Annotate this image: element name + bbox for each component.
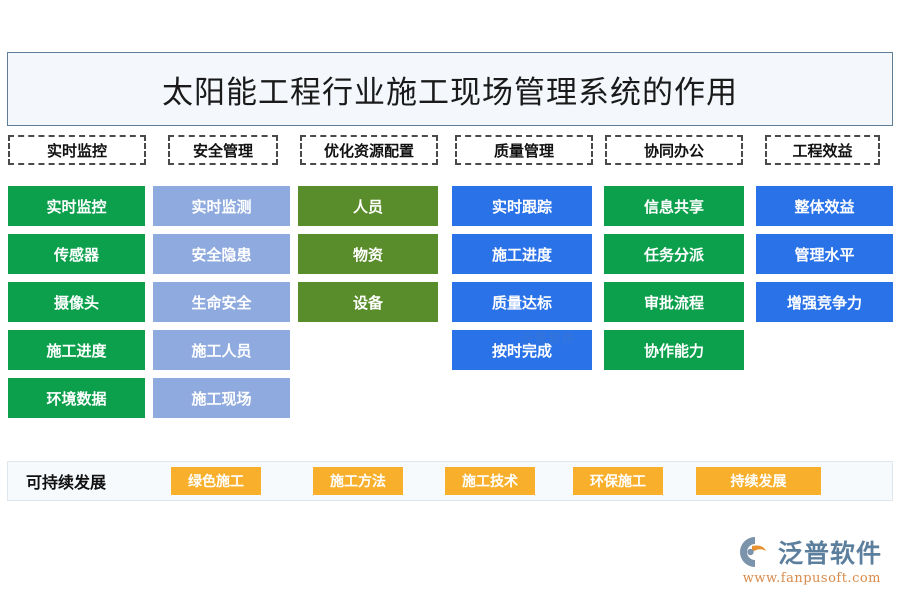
cell-safety-management-1[interactable]: 实时监测 <box>153 186 290 226</box>
sustainability-item-label: 绿色施工 <box>188 473 244 489</box>
category-header-4[interactable]: 质量管理 <box>455 135 593 165</box>
column-project-benefit: 整体效益管理水平增强竞争力 <box>756 186 893 330</box>
sustainability-bar: 可持续发展 绿色施工 施工方法 施工技术 环保施工 持续发展 <box>7 461 893 501</box>
category-header-3[interactable]: 优化资源配置 <box>300 135 438 165</box>
category-header-label: 实时监控 <box>46 142 107 160</box>
sustainability-item-label: 施工方法 <box>330 473 386 489</box>
cell-realtime-monitoring-2[interactable]: 传感器 <box>8 234 145 274</box>
column-realtime-monitoring: 实时监控传感器摄像头施工进度环境数据 <box>8 186 145 426</box>
cell-safety-management-3[interactable]: 生命安全 <box>153 282 290 322</box>
cell-label: 协作能力 <box>643 342 704 360</box>
cell-label: 施工进度 <box>491 246 552 264</box>
category-header-row: 实时监控 安全管理 优化资源配置 质量管理 协同办公 工程效益 <box>0 135 900 165</box>
cell-label: 人员 <box>352 198 383 216</box>
sustainability-item-label: 施工技术 <box>462 473 518 489</box>
category-header-label: 安全管理 <box>192 142 253 160</box>
cell-safety-management-5[interactable]: 施工现场 <box>153 378 290 418</box>
cell-realtime-monitoring-5[interactable]: 环境数据 <box>8 378 145 418</box>
cell-label: 设备 <box>352 294 383 312</box>
category-column-grid: 实时监控 传感器 摄像头 施工进度 环境数据 实时监测 安全隐患 生命安全 施工人员 施工现场 人员… <box>0 186 900 421</box>
cell-label: 物资 <box>352 246 383 264</box>
sustainability-item-4[interactable]: 环保施工 <box>573 467 663 495</box>
category-header-label: 质量管理 <box>493 142 554 160</box>
sustainability-item-2[interactable]: 施工方法 <box>313 467 403 495</box>
cell-label: 整体效益 <box>794 198 855 216</box>
category-header-label: 工程效益 <box>792 142 853 160</box>
cell-label: 环境数据 <box>46 390 107 408</box>
cell-quality-management-4[interactable]: 按时完成 <box>452 330 592 370</box>
cell-collaborative-office-3[interactable]: 审批流程 <box>604 282 744 322</box>
cell-safety-management-4[interactable]: 施工人员 <box>153 330 290 370</box>
cell-label: 施工进度 <box>46 342 107 360</box>
brand-url: www.fanpusoft.com <box>742 571 881 586</box>
fanpu-logo-icon <box>738 535 772 569</box>
cell-project-benefit-3[interactable]: 增强竞争力 <box>756 282 893 322</box>
cell-label: 质量达标 <box>491 294 552 312</box>
title-banner: 太阳能工程行业施工现场管理系统的作用 <box>7 52 893 126</box>
column-quality-management: 实时跟踪施工进度质量达标按时完成 <box>452 186 592 378</box>
cell-label: 实时监控 <box>46 198 107 216</box>
cell-resource-optimization-2[interactable]: 物资 <box>298 234 438 274</box>
cell-label: 实时监测 <box>191 198 252 216</box>
cell-collaborative-office-1[interactable]: 信息共享 <box>604 186 744 226</box>
sustainability-item-3[interactable]: 施工技术 <box>445 467 535 495</box>
cell-label: 施工人员 <box>191 342 252 360</box>
cell-quality-management-3[interactable]: 质量达标 <box>452 282 592 322</box>
cell-label: 增强竞争力 <box>786 294 862 312</box>
cell-label: 审批流程 <box>643 294 704 312</box>
cell-quality-management-2[interactable]: 施工进度 <box>452 234 592 274</box>
column-safety-management: 实时监测安全隐患生命安全施工人员施工现场 <box>153 186 290 426</box>
cell-label: 传感器 <box>53 246 99 264</box>
category-header-5[interactable]: 协同办公 <box>605 135 743 165</box>
page-title: 太阳能工程行业施工现场管理系统的作用 <box>162 74 738 111</box>
cell-resource-optimization-3[interactable]: 设备 <box>298 282 438 322</box>
category-header-1[interactable]: 实时监控 <box>8 135 146 165</box>
sustainability-label: 可持续发展 <box>26 475 107 492</box>
cell-label: 生命安全 <box>191 294 252 312</box>
cell-project-benefit-1[interactable]: 整体效益 <box>756 186 893 226</box>
cell-realtime-monitoring-1[interactable]: 实时监控 <box>8 186 145 226</box>
cell-collaborative-office-4[interactable]: 协作能力 <box>604 330 744 370</box>
cell-label: 按时完成 <box>491 342 552 360</box>
column-resource-optimization: 人员 物资 设备 <box>298 186 438 330</box>
cell-label: 实时跟踪 <box>491 198 552 216</box>
category-header-6[interactable]: 工程效益 <box>765 135 880 165</box>
sustainability-item-1[interactable]: 绿色施工 <box>171 467 261 495</box>
cell-quality-management-1[interactable]: 实时跟踪 <box>452 186 592 226</box>
sustainability-label-wrap: 可持续发展 <box>26 462 106 500</box>
brand-logo-row: 泛普软件 <box>738 534 882 570</box>
cell-collaborative-office-2[interactable]: 任务分派 <box>604 234 744 274</box>
sustainability-item-label: 环保施工 <box>590 473 646 489</box>
cell-realtime-monitoring-3[interactable]: 摄像头 <box>8 282 145 322</box>
cell-safety-management-2[interactable]: 安全隐患 <box>153 234 290 274</box>
cell-label: 信息共享 <box>643 198 704 216</box>
sustainability-item-5[interactable]: 持续发展 <box>696 467 821 495</box>
cell-label: 管理水平 <box>794 246 855 264</box>
column-collaborative-office: 信息共享任务分派审批流程协作能力 <box>604 186 744 378</box>
category-header-label: 协同办公 <box>643 142 704 160</box>
brand-logo: 泛普软件 www.fanpusoft.com <box>738 534 882 586</box>
brand-name: 泛普软件 <box>777 539 882 568</box>
sustainability-item-label: 持续发展 <box>730 473 787 489</box>
category-header-2[interactable]: 安全管理 <box>168 135 278 165</box>
cell-realtime-monitoring-4[interactable]: 施工进度 <box>8 330 145 370</box>
cell-resource-optimization-1[interactable]: 人员 <box>298 186 438 226</box>
cell-label: 安全隐患 <box>191 246 252 264</box>
cell-label: 任务分派 <box>643 246 704 264</box>
cell-label: 施工现场 <box>191 390 252 408</box>
cell-project-benefit-2[interactable]: 管理水平 <box>756 234 893 274</box>
category-header-label: 优化资源配置 <box>323 142 414 160</box>
cell-label: 摄像头 <box>53 294 99 312</box>
